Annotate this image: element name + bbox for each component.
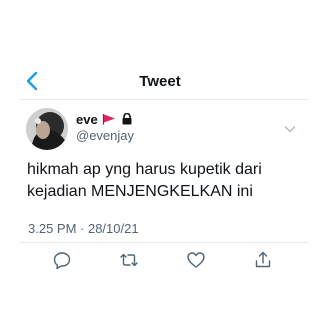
share-button[interactable] — [253, 250, 273, 270]
avatar[interactable] — [26, 108, 68, 150]
lock-icon — [122, 113, 132, 125]
retweet-icon — [120, 253, 138, 267]
like-icon — [187, 252, 205, 268]
chevron-down-icon — [284, 126, 296, 133]
author-name-row: eve — [76, 111, 134, 127]
more-options-button[interactable] — [284, 121, 296, 133]
reply-icon — [53, 252, 71, 270]
tweet-timestamp[interactable]: 3.25 PM · 28/10/21 — [28, 221, 139, 236]
tweet-actions — [0, 250, 320, 272]
avatar-image — [26, 108, 68, 150]
like-button[interactable] — [186, 250, 206, 270]
user-handle[interactable]: @evenjay — [76, 128, 134, 143]
header: Tweet — [0, 64, 320, 100]
tweet-text: hikmah ap yng harus kupetik dari kejadia… — [27, 161, 262, 200]
flag-icon — [102, 114, 115, 125]
retweet-button[interactable] — [119, 250, 139, 270]
reply-button[interactable] — [52, 250, 72, 270]
share-icon — [255, 251, 271, 268]
tweet-page: Tweet eve @evenjay hikmah ap yng harus k… — [0, 0, 320, 320]
display-name[interactable]: eve — [76, 112, 98, 127]
header-divider — [20, 99, 308, 100]
header-title: Tweet — [139, 73, 181, 90]
actions-divider — [20, 242, 308, 243]
